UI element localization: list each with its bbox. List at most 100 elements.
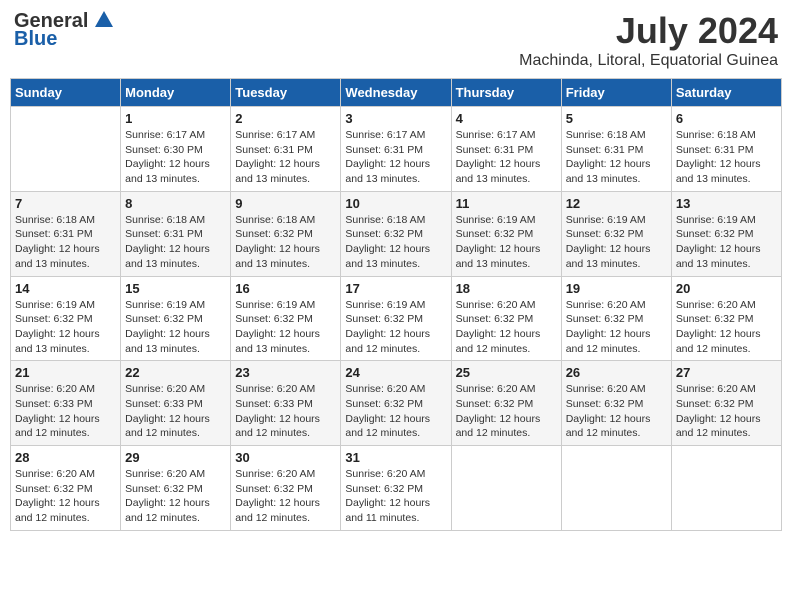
day-number: 21 (15, 365, 116, 380)
day-number: 3 (345, 111, 446, 126)
day-number: 19 (566, 281, 667, 296)
day-number: 7 (15, 196, 116, 211)
calendar-cell: 11 Sunrise: 6:19 AMSunset: 6:32 PMDayligh… (451, 191, 561, 276)
calendar-cell: 26 Sunrise: 6:20 AMSunset: 6:32 PMDayligh… (561, 361, 671, 446)
day-number: 26 (566, 365, 667, 380)
day-info: Sunrise: 6:20 AMSunset: 6:32 PMDaylight:… (456, 298, 557, 357)
calendar-cell: 6 Sunrise: 6:18 AMSunset: 6:31 PMDaylight… (671, 107, 781, 192)
calendar-cell: 4 Sunrise: 6:17 AMSunset: 6:31 PMDaylight… (451, 107, 561, 192)
day-number: 18 (456, 281, 557, 296)
month-title: July 2024 (519, 10, 778, 52)
day-number: 10 (345, 196, 446, 211)
calendar-cell: 13 Sunrise: 6:19 AMSunset: 6:32 PMDayligh… (671, 191, 781, 276)
day-number: 2 (235, 111, 336, 126)
calendar-cell: 28 Sunrise: 6:20 AMSunset: 6:32 PMDayligh… (11, 446, 121, 531)
day-number: 5 (566, 111, 667, 126)
day-number: 12 (566, 196, 667, 211)
weekday-header: Saturday (671, 79, 781, 107)
calendar-cell: 20Sunrise: 6:20 AMSunset: 6:32 PMDayligh… (671, 276, 781, 361)
calendar-cell: 1 Sunrise: 6:17 AMSunset: 6:30 PMDaylight… (121, 107, 231, 192)
calendar-cell (671, 446, 781, 531)
day-info: Sunrise: 6:18 AMSunset: 6:31 PMDaylight:… (125, 213, 226, 272)
day-number: 30 (235, 450, 336, 465)
calendar-cell: 23Sunrise: 6:20 AMSunset: 6:33 PMDayligh… (231, 361, 341, 446)
day-info: Sunrise: 6:18 AMSunset: 6:31 PMDaylight:… (15, 213, 116, 272)
day-info: Sunrise: 6:20 AMSunset: 6:32 PMDaylight:… (566, 382, 667, 441)
day-info: Sunrise: 6:17 AMSunset: 6:31 PMDaylight:… (456, 128, 557, 187)
day-info: Sunrise: 6:19 AMSunset: 6:32 PMDaylight:… (345, 298, 446, 357)
page-header: General Blue July 2024 Machinda, Litoral… (10, 10, 782, 70)
calendar-cell: 3 Sunrise: 6:17 AMSunset: 6:31 PMDaylight… (341, 107, 451, 192)
calendar-cell: 21 Sunrise: 6:20 AMSunset: 6:33 PMDayligh… (11, 361, 121, 446)
day-number: 9 (235, 196, 336, 211)
day-info: Sunrise: 6:20 AMSunset: 6:33 PMDaylight:… (15, 382, 116, 441)
day-info: Sunrise: 6:19 AMSunset: 6:32 PMDaylight:… (456, 213, 557, 272)
weekday-header: Thursday (451, 79, 561, 107)
weekday-header: Monday (121, 79, 231, 107)
logo: General Blue (14, 10, 113, 50)
day-info: Sunrise: 6:18 AMSunset: 6:31 PMDaylight:… (566, 128, 667, 187)
day-number: 20 (676, 281, 777, 296)
weekday-header: Sunday (11, 79, 121, 107)
day-info: Sunrise: 6:20 AMSunset: 6:32 PMDaylight:… (125, 467, 226, 526)
calendar-cell (11, 107, 121, 192)
day-number: 28 (15, 450, 116, 465)
day-number: 27 (676, 365, 777, 380)
day-info: Sunrise: 6:20 AMSunset: 6:32 PMDaylight:… (345, 382, 446, 441)
day-number: 13 (676, 196, 777, 211)
day-number: 22 (125, 365, 226, 380)
day-info: Sunrise: 6:18 AMSunset: 6:32 PMDaylight:… (235, 213, 336, 272)
day-info: Sunrise: 6:20 AMSunset: 6:32 PMDaylight:… (676, 382, 777, 441)
day-info: Sunrise: 6:20 AMSunset: 6:33 PMDaylight:… (235, 382, 336, 441)
calendar-cell: 14Sunrise: 6:19 AMSunset: 6:32 PMDayligh… (11, 276, 121, 361)
day-number: 24 (345, 365, 446, 380)
day-info: Sunrise: 6:20 AMSunset: 6:32 PMDaylight:… (456, 382, 557, 441)
calendar-cell: 16 Sunrise: 6:19 AMSunset: 6:32 PMDayligh… (231, 276, 341, 361)
calendar-cell: 15 Sunrise: 6:19 AMSunset: 6:32 PMDayligh… (121, 276, 231, 361)
weekday-header: Tuesday (231, 79, 341, 107)
day-info: Sunrise: 6:20 AMSunset: 6:32 PMDaylight:… (15, 467, 116, 526)
logo-blue: Blue (14, 28, 113, 50)
calendar-cell: 29Sunrise: 6:20 AMSunset: 6:32 PMDayligh… (121, 446, 231, 531)
day-number: 6 (676, 111, 777, 126)
calendar-cell: 2Sunrise: 6:17 AMSunset: 6:31 PMDaylight… (231, 107, 341, 192)
day-info: Sunrise: 6:19 AMSunset: 6:32 PMDaylight:… (235, 298, 336, 357)
calendar-cell: 27 Sunrise: 6:20 AMSunset: 6:32 PMDayligh… (671, 361, 781, 446)
day-number: 1 (125, 111, 226, 126)
day-info: Sunrise: 6:20 AMSunset: 6:32 PMDaylight:… (566, 298, 667, 357)
calendar-cell: 10 Sunrise: 6:18 AMSunset: 6:32 PMDayligh… (341, 191, 451, 276)
calendar-cell: 24 Sunrise: 6:20 AMSunset: 6:32 PMDayligh… (341, 361, 451, 446)
day-info: Sunrise: 6:19 AMSunset: 6:32 PMDaylight:… (566, 213, 667, 272)
day-number: 15 (125, 281, 226, 296)
day-info: Sunrise: 6:19 AMSunset: 6:32 PMDaylight:… (125, 298, 226, 357)
day-number: 16 (235, 281, 336, 296)
weekday-header: Wednesday (341, 79, 451, 107)
calendar-table: SundayMondayTuesdayWednesdayThursdayFrid… (10, 78, 782, 531)
day-info: Sunrise: 6:19 AMSunset: 6:32 PMDaylight:… (15, 298, 116, 357)
day-info: Sunrise: 6:17 AMSunset: 6:30 PMDaylight:… (125, 128, 226, 187)
calendar-cell: 17Sunrise: 6:19 AMSunset: 6:32 PMDayligh… (341, 276, 451, 361)
day-info: Sunrise: 6:20 AMSunset: 6:33 PMDaylight:… (125, 382, 226, 441)
calendar-cell: 19 Sunrise: 6:20 AMSunset: 6:32 PMDayligh… (561, 276, 671, 361)
calendar-cell: 30 Sunrise: 6:20 AMSunset: 6:32 PMDayligh… (231, 446, 341, 531)
day-info: Sunrise: 6:17 AMSunset: 6:31 PMDaylight:… (345, 128, 446, 187)
day-number: 25 (456, 365, 557, 380)
day-info: Sunrise: 6:18 AMSunset: 6:31 PMDaylight:… (676, 128, 777, 187)
day-number: 31 (345, 450, 446, 465)
location-title: Machinda, Litoral, Equatorial Guinea (519, 52, 778, 70)
calendar-cell: 7 Sunrise: 6:18 AMSunset: 6:31 PMDaylight… (11, 191, 121, 276)
day-info: Sunrise: 6:19 AMSunset: 6:32 PMDaylight:… (676, 213, 777, 272)
calendar-cell: 18 Sunrise: 6:20 AMSunset: 6:32 PMDayligh… (451, 276, 561, 361)
calendar-cell: 22 Sunrise: 6:20 AMSunset: 6:33 PMDayligh… (121, 361, 231, 446)
calendar-cell: 5 Sunrise: 6:18 AMSunset: 6:31 PMDaylight… (561, 107, 671, 192)
calendar-cell: 8 Sunrise: 6:18 AMSunset: 6:31 PMDaylight… (121, 191, 231, 276)
day-number: 11 (456, 196, 557, 211)
calendar-cell: 9 Sunrise: 6:18 AMSunset: 6:32 PMDaylight… (231, 191, 341, 276)
day-number: 8 (125, 196, 226, 211)
day-info: Sunrise: 6:18 AMSunset: 6:32 PMDaylight:… (345, 213, 446, 272)
day-number: 4 (456, 111, 557, 126)
calendar-cell (561, 446, 671, 531)
day-info: Sunrise: 6:20 AMSunset: 6:32 PMDaylight:… (235, 467, 336, 526)
calendar-cell (451, 446, 561, 531)
day-info: Sunrise: 6:20 AMSunset: 6:32 PMDaylight:… (345, 467, 446, 526)
